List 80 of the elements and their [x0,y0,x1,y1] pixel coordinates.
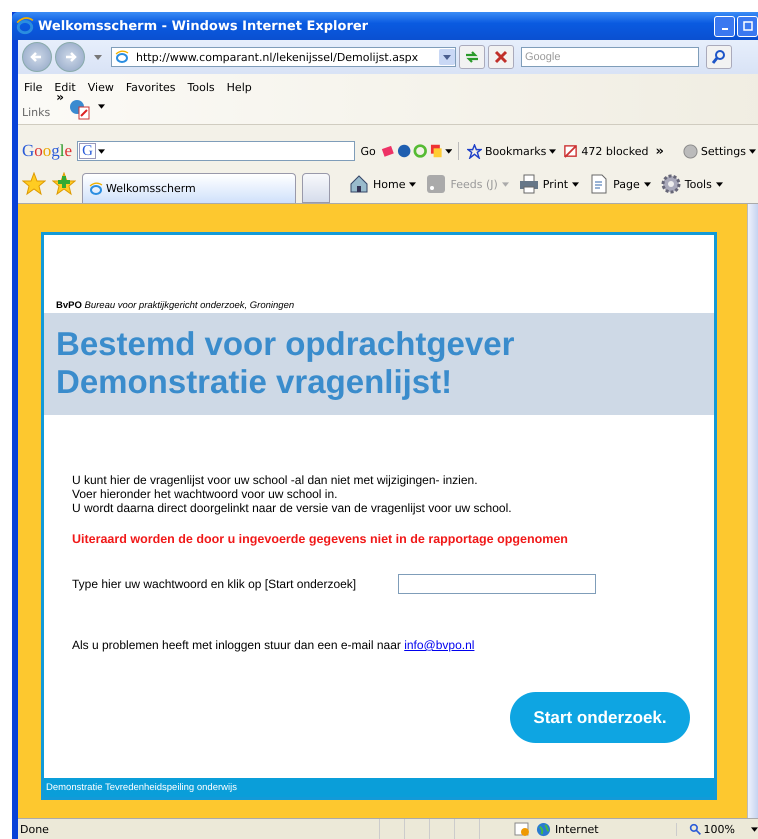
google-logo: Google [22,141,72,161]
add-favorite-icon[interactable] [52,172,76,196]
page-heading: Demonstratie vragenlijst! [56,363,454,401]
menu-item[interactable]: Favorites [126,81,182,94]
toolbar-icons-drawing[interactable] [380,143,452,159]
blocked-window-icon [563,144,578,158]
search-field[interactable]: Google [521,47,699,67]
caret-icon [572,182,580,186]
command-button[interactable]: Tools [658,174,726,194]
maximize-button[interactable] [737,16,758,36]
magnifier-icon [688,822,702,836]
links-label: Links [22,106,50,119]
zoom-control[interactable]: 100% [676,822,758,836]
pdf-globe-icon[interactable] [68,98,92,120]
more-button[interactable]: » [653,144,666,158]
page-footer: Demonstratie Tevredenheidspeiling onderwijs [44,778,714,797]
warning-text: Uiteraard worden de door u ingevoerde gegevens niet in de rapportage opgenomen [72,532,569,546]
go-button[interactable]: Go [358,144,378,158]
email-link[interactable]: info@bvpo.nl [404,638,474,652]
circle-icon [682,144,698,158]
toolbar-search-field[interactable]: G [77,141,356,161]
page-heading: Bestemd voor opdrachtgever [56,325,516,363]
organization-line: BvPO Bureau voor praktijkgericht onderzoek, Groningen [55,300,296,313]
password-prompt: Type hier uw wachtwoord en klik op [Start onderzoek] [72,577,358,591]
globe-icon [536,822,551,836]
caret-icon[interactable] [98,148,105,154]
new-tab-button[interactable] [302,173,330,203]
intro-text: Voer hieronder het wachtwoord voor uw school in. [72,487,338,501]
status-text: Done [19,822,50,836]
search-button[interactable] [706,45,732,69]
dropdown-icon[interactable] [439,49,455,65]
star-icon [466,144,482,158]
command-button[interactable]: Page [586,174,654,194]
browser-tab[interactable]: Welkomsscherm [82,173,296,203]
caret-icon [644,182,651,186]
back-button[interactable] [22,42,52,72]
window-title: Welkomsscherm - Windows Internet Explorer [38,18,370,34]
security-zone[interactable]: Internet [536,822,676,836]
caret-icon [751,826,758,832]
menu-item[interactable]: Help [226,81,258,94]
caret-icon [749,148,756,154]
intro-text: U kunt hier de vragenlijst voor uw school -al dan niet met wijzigingen- inzien. [72,473,479,487]
contact-text: Als u problemen heeft met inloggen stuur dan een e-mail naar info@bvpo.nl [72,638,476,652]
stop-button[interactable] [488,45,514,69]
scrollbar[interactable] [747,204,758,818]
feed-icon [426,174,446,194]
command-button[interactable]: Print [516,174,582,194]
refresh-button[interactable] [459,45,485,69]
menu-item[interactable]: Tools [188,81,221,94]
address-field[interactable]: http://www.comparant.nl/lekenijssel/Demolijst.aspx [111,47,456,67]
menu-item[interactable]: File [24,81,48,94]
caret-icon [716,182,723,186]
password-field[interactable] [398,574,596,594]
house-icon [349,174,369,194]
refresh-icon [464,49,480,65]
page-icon [589,174,610,194]
caret-icon [549,148,556,154]
search-icon [711,49,727,65]
printer-icon [518,174,539,194]
settings-button[interactable]: Settings [680,144,758,158]
minimize-button[interactable] [714,16,735,36]
search-engine-button[interactable]: G [79,143,96,159]
popup-blocker-button[interactable]: 472 blocked [561,144,650,158]
close-icon [493,49,509,65]
minimize-icon [722,28,728,30]
caret-icon [502,182,509,186]
browser-logo-icon [16,17,34,35]
command-button[interactable]: Home [346,174,420,194]
menu-item[interactable]: View [88,81,120,94]
bookmarks-button[interactable]: Bookmarks [464,144,558,158]
gear-icon [660,174,681,194]
caret-icon [409,182,416,186]
favorites-star-icon[interactable] [22,172,46,196]
caret-icon[interactable] [98,104,106,109]
forward-button[interactable] [55,42,85,72]
maximize-icon [742,21,752,31]
page-icon [115,50,129,64]
protected-mode-icon[interactable] [514,821,530,837]
intro-text: U wordt daarna direct doorgelinkt naar de versie van de vragenlijst voor uw school. [72,501,513,515]
page-icon [89,182,103,196]
